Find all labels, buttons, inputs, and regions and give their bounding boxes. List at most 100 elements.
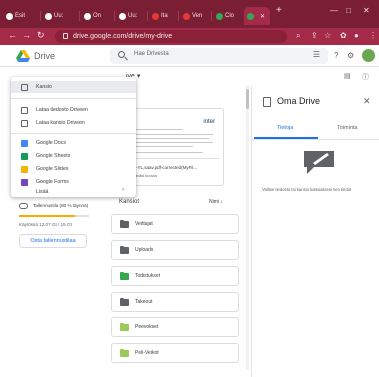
bookmark-star-icon[interactable]: ☆ <box>324 31 331 40</box>
tab-details[interactable]: Tietoja <box>277 125 293 131</box>
forward-icon[interactable]: → <box>22 30 31 40</box>
folder-icon <box>120 297 129 306</box>
menu-item-more[interactable]: Lisää › <box>11 187 136 197</box>
browser-tab-label: Ita <box>161 13 168 19</box>
tab-favicon-icon <box>216 12 223 20</box>
file-thumbnail: inter <box>129 115 219 159</box>
folder-name: Uploads <box>135 247 154 253</box>
search-icon[interactable] <box>118 51 125 58</box>
folder-icon <box>120 219 129 228</box>
maximize-icon[interactable]: □ <box>346 6 351 15</box>
info-icon[interactable]: ⓘ <box>362 72 369 82</box>
tab-favicon-icon <box>119 12 126 20</box>
address-bar[interactable]: drive.google.com/drive/my-drive <box>55 30 287 43</box>
folder-icon <box>120 271 129 280</box>
file-name: ceit-YL,saav.pdf-corrected(MyFil... <box>129 165 198 170</box>
chevron-right-icon: › <box>122 187 124 193</box>
tab-favicon-icon <box>45 12 52 20</box>
tab-close-icon[interactable]: ✕ <box>260 13 265 20</box>
scroll-thumb[interactable] <box>246 89 249 109</box>
back-icon[interactable]: ← <box>8 30 17 40</box>
account-avatar[interactable] <box>362 49 375 62</box>
tab-activity[interactable]: Toiminta <box>337 125 357 131</box>
tab-favicon-icon <box>6 12 13 20</box>
menu-item-google-docs[interactable]: Google Docs <box>11 137 136 149</box>
browser-tab-6[interactable]: Ven <box>180 7 210 25</box>
menu-item-google-sheets[interactable]: Google Sheets <box>11 150 136 162</box>
browser-tab-label: On <box>93 13 102 19</box>
profile-icon[interactable]: ● <box>354 31 359 40</box>
folder-name: Todistukset <box>135 273 161 279</box>
app-name: Drive <box>34 51 56 61</box>
browser-tab-7[interactable]: Clo <box>213 7 243 25</box>
folder-icon <box>120 245 129 254</box>
settings-gear-icon[interactable]: ⚙ <box>347 51 354 60</box>
zoom-icon[interactable]: ⌕ <box>296 31 300 41</box>
browser-tab-strip: Esit Uu: On Uu: Ita Ven Clo ✕ + — □ ✕ <box>0 0 379 28</box>
google-sheets-icon <box>21 153 28 160</box>
search-placeholder: Hae Drivesta <box>134 51 169 57</box>
browser-tab-label: Uu: <box>54 13 64 19</box>
folders-section-title: Kansiot <box>119 199 140 205</box>
sort-button[interactable]: Nimi ↓ <box>209 199 223 205</box>
arrow-down-icon: ↓ <box>220 199 223 205</box>
menu-item-new-folder[interactable]: Kansio <box>11 81 136 93</box>
share-icon[interactable]: ⇪ <box>311 31 318 40</box>
storage-label: Tallennustila (80 % täynnä) <box>33 203 89 208</box>
tab-favicon-icon <box>152 12 159 20</box>
drive-folder-icon <box>263 97 271 107</box>
list-view-icon[interactable]: ▤ <box>344 72 351 80</box>
minimize-icon[interactable]: — <box>330 6 338 15</box>
browser-tab-1[interactable]: Esit <box>3 7 39 25</box>
folder-name: Peli-Veikot <box>135 350 159 356</box>
close-icon[interactable]: ✕ <box>363 96 371 107</box>
folder-item[interactable]: Veittajat <box>111 214 239 234</box>
browser-tab-label: Esit <box>15 13 26 19</box>
search-input[interactable]: Hae Drivesta ☰ <box>110 48 328 64</box>
storage-used-text: Käytössä 12,07 Gt / 15 Gt <box>19 222 72 227</box>
browser-tab-active[interactable]: ✕ <box>244 7 270 25</box>
folder-upload-icon <box>21 120 28 127</box>
folder-name: Veittajat <box>135 221 153 227</box>
suggested-file-card[interactable]: inter ceit-YL,saav.pdf-corrected(MyFil..… <box>122 108 224 186</box>
folder-item[interactable]: Takeout <box>111 292 239 312</box>
browser-tab-4[interactable]: Uu: <box>116 7 146 25</box>
menu-item-upload-file[interactable]: Lataa tiedosto Driveen <box>11 104 136 116</box>
folder-icon <box>21 84 28 91</box>
details-panel-title: Oma Drive <box>277 96 321 106</box>
storage-bar-fill <box>19 215 75 217</box>
folder-icon <box>120 322 129 331</box>
browser-tab-label: Uu: <box>128 13 138 19</box>
buy-storage-button[interactable]: Osta tallennustilaa <box>19 234 87 248</box>
reload-icon[interactable]: ↻ <box>37 30 45 41</box>
help-icon[interactable]: ? <box>334 51 338 60</box>
content-scrollbar[interactable] <box>246 85 249 370</box>
folder-name: Takeout <box>135 299 153 305</box>
thumbnail-brand: inter <box>203 119 215 125</box>
folder-name: Peevokset <box>135 324 159 330</box>
browser-tab-3[interactable]: On <box>81 7 113 25</box>
browser-tab-label: Clo <box>225 13 235 19</box>
tab-favicon-icon <box>84 12 91 20</box>
google-docs-icon <box>21 140 28 147</box>
browser-menu-icon[interactable]: ⋮ <box>369 31 377 40</box>
folder-icon <box>120 348 129 357</box>
browser-tab-2[interactable]: Uu: <box>42 7 78 25</box>
menu-item-upload-folder[interactable]: Lataa kansio Driveen <box>11 117 136 129</box>
close-window-icon[interactable]: ✕ <box>363 6 370 15</box>
browser-tab-label: Ven <box>192 13 203 19</box>
menu-item-google-slides[interactable]: Google Slides <box>11 163 136 175</box>
browser-tab-5[interactable]: Ita <box>149 7 177 25</box>
sort-label: Nimi <box>209 199 219 205</box>
empty-state-illustration <box>304 151 334 174</box>
browser-toolbar: ← → ↻ drive.google.com/drive/my-drive ⌕ … <box>0 28 379 45</box>
folder-item[interactable]: Peli-Veikot <box>111 343 239 363</box>
empty-state-text: Valitse tiedosto tai kansio katsoaksesi … <box>262 187 352 192</box>
folder-item[interactable]: Uploads <box>111 240 239 260</box>
drive-logo-icon[interactable] <box>16 50 30 62</box>
folder-item[interactable]: Todistukset <box>111 266 239 286</box>
search-options-icon[interactable]: ☰ <box>313 50 320 59</box>
extension-icon[interactable]: ✿ <box>340 31 347 40</box>
new-tab-button[interactable]: + <box>276 5 282 16</box>
folder-item[interactable]: Peevokset <box>111 317 239 337</box>
